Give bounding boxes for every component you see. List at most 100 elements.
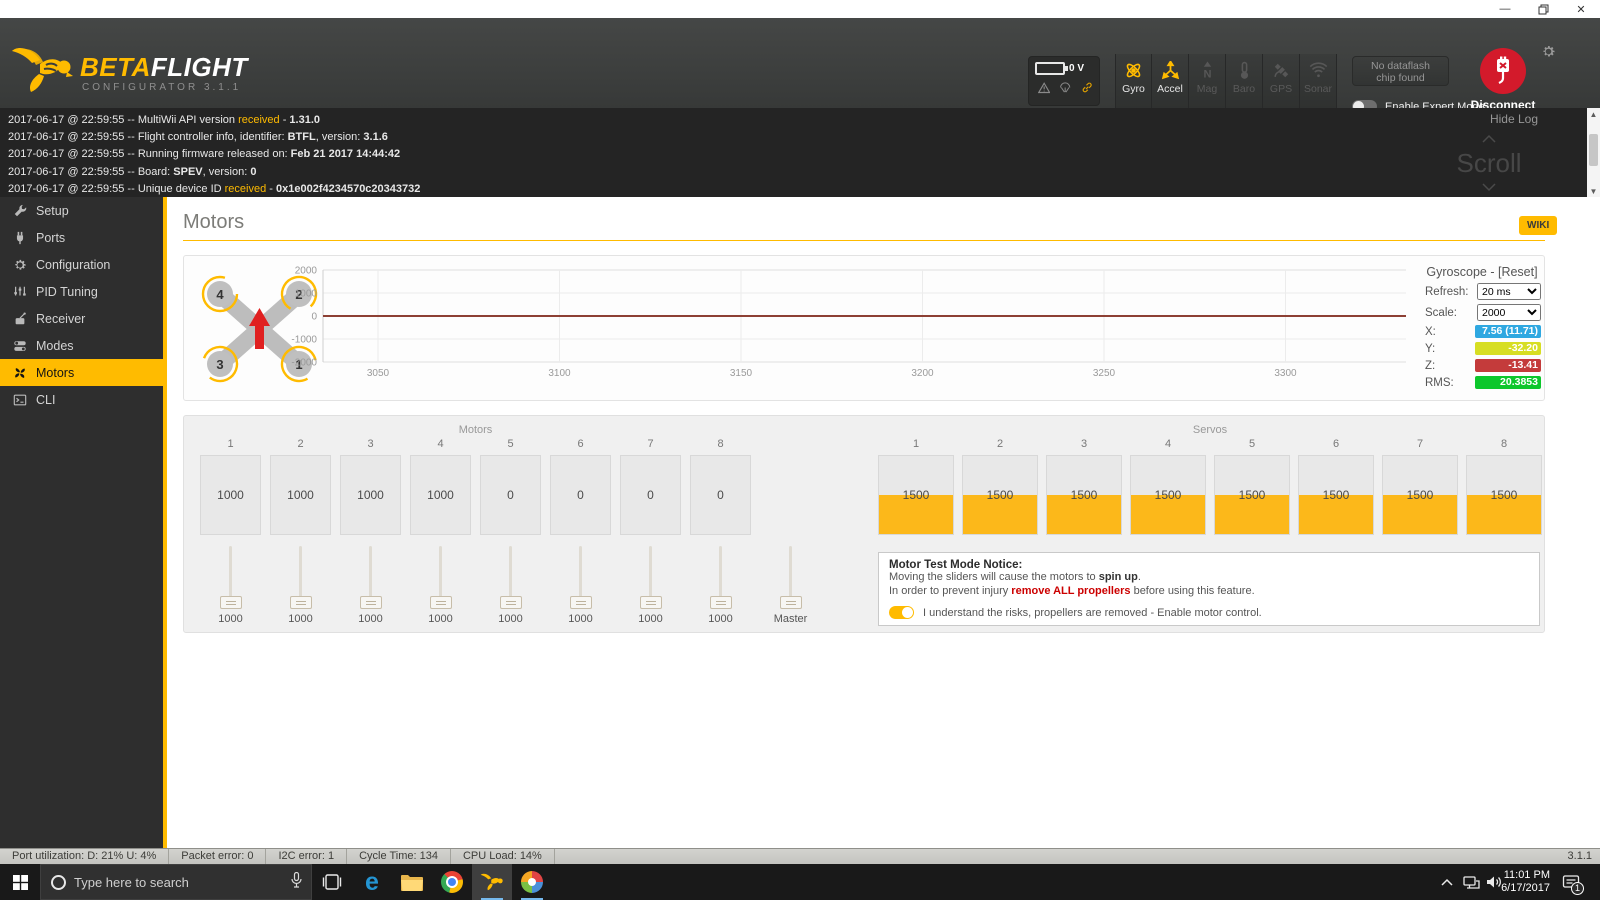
slider-handle[interactable] [289, 596, 312, 609]
sidebar-item-receiver[interactable]: Receiver [0, 305, 163, 332]
sensor-label: Mag [1196, 83, 1218, 95]
motor-bar: 0 [690, 455, 751, 535]
sidebar-item-pid-tuning[interactable]: PID Tuning [0, 278, 163, 305]
sensor-indicator-gyro[interactable]: Gyro [1115, 54, 1152, 108]
scrollbar-thumb[interactable] [1589, 134, 1598, 166]
log-text-segment: - [266, 182, 276, 195]
network-tray-icon[interactable] [1460, 864, 1482, 900]
sensor-label: Gyro [1122, 83, 1145, 95]
slider-handle[interactable] [359, 596, 382, 609]
chevron-up-icon [1441, 878, 1453, 886]
wiki-button[interactable]: WIKI [1519, 216, 1558, 235]
y-axis-tick-label: -2000 [291, 358, 317, 369]
motor-slider-2: 1000 [270, 546, 331, 625]
restore-button[interactable] [1524, 0, 1562, 18]
dataflash-status-button[interactable]: No dataflash chip found [1352, 56, 1449, 86]
status-segment: Port utilization: D: 21% U: 4% [0, 849, 170, 864]
slider-handle[interactable] [429, 596, 452, 609]
notice-text-segment: In order to prevent injury [889, 584, 1012, 597]
search-input[interactable] [74, 874, 283, 890]
sensor-indicator-accel[interactable]: Accel [1152, 54, 1189, 108]
brand-subtitle: CONFIGURATOR 3.1.1 [82, 82, 242, 93]
disconnect-button[interactable]: Disconnect [1470, 48, 1536, 112]
slider-handle[interactable] [709, 596, 732, 609]
motor-bar: 1000 [270, 455, 331, 535]
sidebar-item-motors[interactable]: Motors [0, 359, 163, 386]
slider-handle[interactable] [569, 596, 592, 609]
sidebar-item-configuration[interactable]: Configuration [0, 251, 163, 278]
x-axis-tick-label: 3100 [548, 368, 571, 379]
microphone-icon[interactable] [291, 871, 302, 893]
slider-track[interactable] [719, 546, 722, 602]
slider-track[interactable] [229, 546, 232, 602]
tray-expand-button[interactable] [1437, 864, 1457, 900]
sidebar-item-cli[interactable]: CLI [0, 386, 163, 413]
sensor-indicator-mag[interactable]: N Mag [1189, 54, 1226, 108]
scrollbar-up-arrow[interactable]: ▲ [1587, 108, 1600, 120]
restore-icon [1538, 4, 1548, 14]
slider-track[interactable] [649, 546, 652, 602]
cortana-icon [51, 874, 66, 890]
tuning-icon [13, 285, 27, 299]
slider-track[interactable] [789, 546, 792, 602]
motor-bar: 1000 [410, 455, 471, 535]
file-explorer-button[interactable] [392, 864, 432, 900]
gyro-reading-row: Y: -32.20 [1425, 342, 1541, 355]
bar-value: 1000 [217, 488, 244, 502]
scrollbar-down-arrow[interactable]: ▼ [1587, 185, 1600, 197]
sensor-indicator-gps[interactable]: GPS [1263, 54, 1300, 108]
motor-control-toggle[interactable] [889, 606, 914, 619]
servo-column: 7 1500 [1382, 438, 1458, 535]
slider-handle[interactable] [499, 596, 522, 609]
close-button[interactable]: ✕ [1562, 0, 1600, 18]
sidebar-item-ports[interactable]: Ports [0, 224, 163, 251]
bar-value: 1500 [902, 488, 930, 502]
slider-value: 1000 [568, 613, 593, 625]
taskbar-clock[interactable]: 11:01 PM 6/17/2017 [1501, 864, 1550, 900]
sidebar-item-label: Modes [36, 338, 74, 353]
slider-track[interactable] [439, 546, 442, 602]
refresh-select[interactable]: 20 ms [1477, 283, 1541, 300]
slider-handle[interactable] [219, 596, 242, 609]
task-view-button[interactable] [312, 864, 352, 900]
settings-gear-icon[interactable] [1541, 44, 1556, 64]
log-scrollbar[interactable]: ▲ ▼ [1587, 108, 1600, 197]
servo-column: 8 1500 [1466, 438, 1542, 535]
chrome-button[interactable] [432, 864, 472, 900]
start-button[interactable] [0, 864, 40, 900]
hide-log-link[interactable]: Hide Log [1490, 112, 1538, 126]
edge-browser-button[interactable]: e [352, 864, 392, 900]
log-text-segment: received [238, 114, 280, 126]
gyro-reset-link[interactable]: [Reset] [1498, 265, 1538, 279]
brand-flight: FLIGHT [150, 52, 248, 82]
gyro-axis-value: -13.41 [1475, 359, 1541, 372]
motors-servos-panel: Motors Servos 1 1000 2 1000 3 1000 4 1000 5 0 6 0 7 0… [183, 415, 1545, 633]
bar-number: 2 [297, 438, 304, 450]
slider-handle[interactable] [779, 596, 802, 609]
slider-track[interactable] [579, 546, 582, 602]
paint-app-button[interactable] [512, 864, 552, 900]
x-axis-tick-label: 3150 [730, 368, 753, 379]
bar-number: 5 [507, 438, 514, 450]
slider-track[interactable] [509, 546, 512, 602]
gyro-reading-row: Z: -13.41 [1425, 359, 1541, 372]
minimize-button[interactable]: — [1486, 0, 1524, 18]
sidebar-item-modes[interactable]: Modes [0, 332, 163, 359]
betaflight-app-button[interactable] [472, 864, 512, 900]
action-center-button[interactable]: 1 [1556, 864, 1586, 900]
motor-column: 50 [480, 438, 541, 535]
slider-track[interactable] [369, 546, 372, 602]
slider-handle[interactable] [639, 596, 662, 609]
bar-number: 8 [717, 438, 724, 450]
sidebar-item-setup[interactable]: Setup [0, 197, 163, 224]
slider-track[interactable] [299, 546, 302, 602]
sensor-indicator-sonar[interactable]: Sonar [1300, 54, 1337, 108]
servo-bar: 1500 [878, 455, 954, 535]
motor-test-notice: Motor Test Mode Notice: Moving the slide… [878, 552, 1540, 626]
taskbar-search-box[interactable] [40, 864, 312, 900]
scale-select[interactable]: 2000 [1477, 304, 1541, 321]
battery-widget: 0 V [1028, 56, 1100, 106]
bar-value: 0 [647, 488, 654, 502]
sensor-indicator-baro[interactable]: Baro [1226, 54, 1263, 108]
notice-text-segment: remove ALL propellers [1011, 584, 1131, 597]
